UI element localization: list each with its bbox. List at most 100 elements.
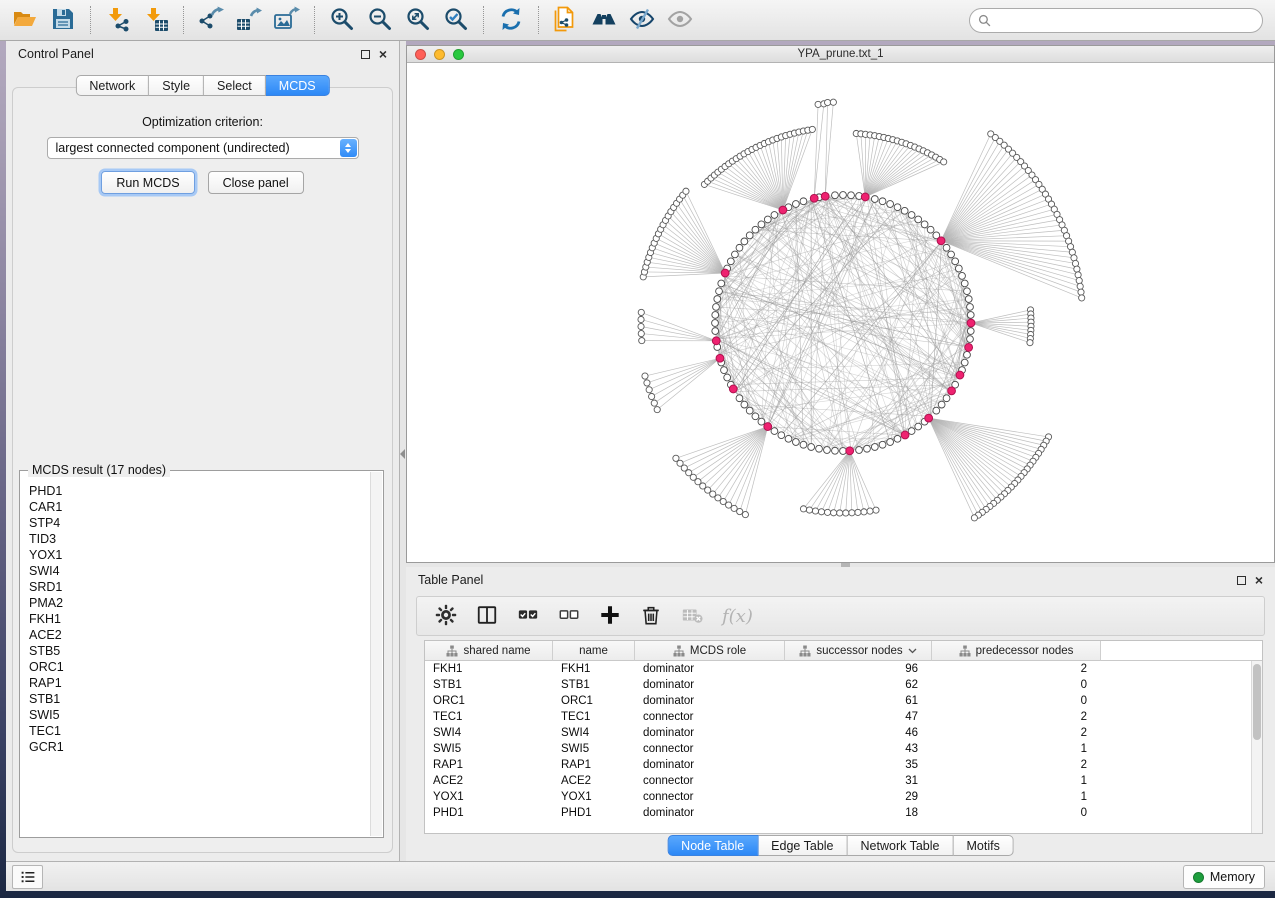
close-icon[interactable]: ×: [379, 49, 387, 59]
show-all-icon: [667, 6, 693, 35]
cell-name: SWI5: [553, 743, 635, 755]
cell-MCDS-role: dominator: [635, 695, 785, 707]
table-row[interactable]: ORC1ORC1dominator610: [425, 693, 1262, 709]
export-image-button[interactable]: [268, 3, 306, 37]
cell-shared-name: FKH1: [425, 663, 553, 675]
tab-network[interactable]: Network: [75, 75, 149, 96]
delete-button[interactable]: [640, 604, 662, 629]
list-scrollbar[interactable]: [370, 472, 382, 836]
search-input[interactable]: [997, 14, 1254, 28]
list-item[interactable]: PHD1: [29, 483, 369, 499]
list-item[interactable]: RAP1: [29, 675, 369, 691]
save-button[interactable]: [44, 3, 82, 37]
column-header-successor-nodes[interactable]: successor nodes: [785, 641, 932, 661]
close-icon[interactable]: ×: [1255, 575, 1263, 585]
list-item[interactable]: ORC1: [29, 659, 369, 675]
column-header-predecessor-nodes[interactable]: predecessor nodes: [932, 641, 1101, 661]
add-icon: [599, 604, 621, 629]
cell-successor-nodes: 18: [785, 807, 932, 819]
tab-style[interactable]: Style: [149, 75, 204, 96]
scrollbar-thumb[interactable]: [1253, 664, 1261, 740]
zoom-fit-button[interactable]: [399, 3, 437, 37]
zoom-selected-icon: [443, 6, 469, 35]
settings-gear-icon: [435, 604, 457, 629]
tab-edge-table[interactable]: Edge Table: [758, 835, 847, 856]
deselect-all-button[interactable]: [558, 604, 580, 629]
list-item[interactable]: CAR1: [29, 499, 369, 515]
export-network-button[interactable]: [192, 3, 230, 37]
open-folder-button[interactable]: [6, 3, 44, 37]
list-item[interactable]: SRD1: [29, 579, 369, 595]
zoom-in-button[interactable]: [323, 3, 361, 37]
save-icon: [50, 6, 76, 35]
float-window-icon[interactable]: [361, 50, 370, 59]
column-header-MCDS-role[interactable]: MCDS role: [635, 641, 785, 661]
clone-network-button[interactable]: [547, 3, 585, 37]
column-header-shared-name[interactable]: shared name: [425, 641, 553, 661]
select-all-button[interactable]: [517, 604, 539, 629]
list-item[interactable]: TID3: [29, 531, 369, 547]
maximize-window-icon[interactable]: [453, 49, 464, 60]
show-all-button[interactable]: [661, 3, 699, 37]
list-item[interactable]: STP4: [29, 515, 369, 531]
table-row[interactable]: RAP1RAP1dominator352: [425, 757, 1262, 773]
memory-button[interactable]: Memory: [1183, 865, 1265, 889]
list-item[interactable]: SWI5: [29, 707, 369, 723]
table-scrollbar[interactable]: [1251, 661, 1262, 833]
column-label: shared name: [463, 645, 530, 657]
memory-label: Memory: [1210, 870, 1255, 884]
tab-motifs[interactable]: Motifs: [953, 835, 1013, 856]
run-mcds-button[interactable]: Run MCDS: [101, 171, 194, 194]
import-network-button[interactable]: [99, 3, 137, 37]
list-item[interactable]: PMA2: [29, 595, 369, 611]
table-row[interactable]: TEC1TEC1connector472: [425, 709, 1262, 725]
close-panel-button[interactable]: Close panel: [208, 171, 304, 194]
tab-node-table[interactable]: Node Table: [667, 835, 758, 856]
panel-list-button[interactable]: [12, 865, 43, 889]
cell-successor-nodes: 31: [785, 775, 932, 787]
zoom-fit-icon: [405, 6, 431, 35]
status-bar: Memory: [6, 861, 1275, 891]
search-box: [969, 8, 1263, 33]
list-item[interactable]: SWI4: [29, 563, 369, 579]
table-row[interactable]: FKH1FKH1dominator962: [425, 661, 1262, 677]
table-row[interactable]: SWI4SWI4dominator462: [425, 725, 1262, 741]
table-row[interactable]: YOX1YOX1connector291: [425, 789, 1262, 805]
search-icon: [978, 14, 992, 28]
table-row[interactable]: SWI5SWI5connector431: [425, 741, 1262, 757]
list-item[interactable]: ACE2: [29, 627, 369, 643]
import-table-button[interactable]: [137, 3, 175, 37]
column-header-name[interactable]: name: [553, 641, 635, 661]
optimization-select[interactable]: largest connected component (undirected): [47, 137, 359, 159]
cell-successor-nodes: 96: [785, 663, 932, 675]
refresh-button[interactable]: [492, 3, 530, 37]
export-table-button[interactable]: [230, 3, 268, 37]
minimize-window-icon[interactable]: [434, 49, 445, 60]
zoom-out-button[interactable]: [361, 3, 399, 37]
search-network-button[interactable]: [585, 3, 623, 37]
table-row[interactable]: STB1STB1dominator620: [425, 677, 1262, 693]
list-item[interactable]: STB1: [29, 691, 369, 707]
table-panel: Table Panel × f(x) shared namenameMCDS r…: [406, 567, 1275, 861]
list-item[interactable]: GCR1: [29, 739, 369, 755]
network-canvas[interactable]: [407, 63, 1274, 562]
list-item[interactable]: TEC1: [29, 723, 369, 739]
hide-selected-button[interactable]: [623, 3, 661, 37]
table-row[interactable]: PHD1PHD1dominator180: [425, 805, 1262, 821]
tab-network-table[interactable]: Network Table: [848, 835, 954, 856]
control-panel: Control Panel × NetworkStyleSelectMCDS O…: [6, 41, 400, 861]
tab-select[interactable]: Select: [204, 75, 266, 96]
add-button[interactable]: [599, 604, 621, 629]
toggle-columns-button[interactable]: [476, 604, 498, 629]
list-item[interactable]: YOX1: [29, 547, 369, 563]
zoom-selected-button[interactable]: [437, 3, 475, 37]
list-item[interactable]: STB5: [29, 643, 369, 659]
float-window-icon[interactable]: [1237, 576, 1246, 585]
tab-mcds[interactable]: MCDS: [266, 75, 330, 96]
cell-MCDS-role: dominator: [635, 727, 785, 739]
collapse-left-icon[interactable]: [400, 449, 405, 459]
close-window-icon[interactable]: [415, 49, 426, 60]
settings-gear-button[interactable]: [435, 604, 457, 629]
list-item[interactable]: FKH1: [29, 611, 369, 627]
table-row[interactable]: ACE2ACE2connector311: [425, 773, 1262, 789]
